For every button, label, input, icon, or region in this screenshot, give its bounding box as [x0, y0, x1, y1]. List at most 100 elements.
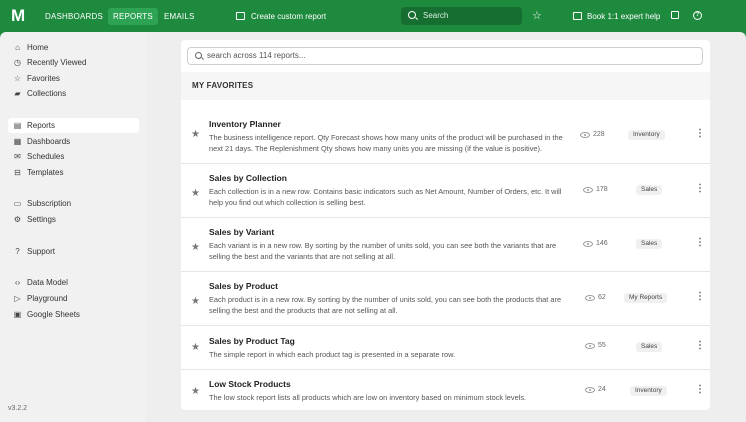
- report-title[interactable]: Sales by Variant: [209, 227, 274, 237]
- favorite-star-icon[interactable]: ★: [191, 189, 200, 199]
- report-tag[interactable]: Sales: [636, 185, 663, 195]
- view-count: 228: [593, 131, 605, 138]
- sidebar-item-label: Reports: [27, 121, 56, 130]
- reports-search-placeholder: search across 114 reports...: [207, 51, 306, 60]
- sidebar-item-data-model[interactable]: ‹› Data Model: [8, 275, 139, 290]
- clock-icon: ◷: [14, 58, 21, 67]
- help-icon: ?: [15, 247, 20, 256]
- tab-dashboards[interactable]: DASHBOARDS: [40, 8, 108, 25]
- more-options-icon[interactable]: ⋮: [695, 129, 705, 139]
- report-title[interactable]: Low Stock Products: [209, 379, 291, 389]
- report-icon: ▤: [13, 121, 22, 130]
- report-tag[interactable]: My Reports: [624, 293, 668, 303]
- tab-reports[interactable]: REPORTS: [108, 8, 158, 25]
- app-logo[interactable]: M: [11, 7, 27, 25]
- report-title[interactable]: Inventory Planner: [209, 119, 281, 129]
- report-row[interactable]: ★ Sales by Product Each product is in a …: [181, 272, 710, 326]
- more-options-icon[interactable]: ⋮: [695, 238, 705, 248]
- sidebar-item-google-sheets[interactable]: ▣ Google Sheets: [8, 307, 139, 322]
- sidebar-item-label: Playground: [27, 294, 68, 303]
- reports-search-input[interactable]: search across 114 reports...: [187, 47, 703, 65]
- eye-icon: [585, 387, 595, 393]
- sidebar-item-label: Dashboards: [27, 137, 71, 146]
- sidebar-item-playground[interactable]: ▷ Playground: [8, 291, 139, 306]
- help-icon[interactable]: ?: [693, 11, 702, 20]
- sidebar-item-templates[interactable]: ⊟ Templates: [8, 165, 139, 180]
- sidebar-item-settings[interactable]: ⚙ Settings: [8, 212, 139, 227]
- sidebar-item-recently-viewed[interactable]: ◷ Recently Viewed: [8, 55, 139, 70]
- report-description: Each collection is in a new row. Contain…: [209, 187, 562, 207]
- sidebar-item-label: Settings: [27, 215, 56, 224]
- global-search-placeholder: Search: [423, 11, 449, 20]
- sidebar-item-label: Templates: [27, 168, 64, 177]
- report-tag[interactable]: Sales: [636, 342, 663, 352]
- report-row[interactable]: ★ Low Stock Products The low stock repor…: [181, 370, 710, 410]
- eye-icon: [580, 132, 590, 138]
- more-options-icon[interactable]: ⋮: [695, 184, 705, 194]
- favorite-star-icon[interactable]: ★: [191, 343, 200, 353]
- report-row[interactable]: ★ Sales by Collection Each collection is…: [181, 164, 710, 218]
- template-icon: ⊟: [14, 168, 21, 177]
- sidebar-item-label: Schedules: [27, 152, 65, 161]
- more-options-icon[interactable]: ⋮: [695, 341, 705, 351]
- create-custom-report-button[interactable]: Create custom report: [236, 8, 326, 25]
- sidebar-item-label: Recently Viewed: [27, 58, 87, 67]
- report-row[interactable]: ★ Sales by Product Tag The simple report…: [181, 326, 710, 370]
- main-content: search across 114 reports... MY FAVORITE…: [146, 32, 746, 422]
- report-description: Each product is in a new row. By sorting…: [209, 295, 562, 315]
- sidebar-item-label: Support: [27, 247, 56, 256]
- section-title: MY FAVORITES: [181, 72, 710, 100]
- report-row[interactable]: ★ Inventory Planner The business intelli…: [181, 100, 710, 164]
- favorite-star-icon[interactable]: ★: [191, 130, 200, 140]
- card-icon: ▭: [13, 199, 22, 208]
- favorite-star-icon[interactable]: ★: [191, 243, 200, 253]
- tab-emails[interactable]: EMAILS: [159, 8, 200, 25]
- sidebar-item-label: Favorites: [27, 74, 60, 83]
- eye-icon: [585, 295, 595, 301]
- sidebar-item-label: Subscription: [27, 199, 72, 208]
- calendar-icon: [573, 12, 582, 20]
- sidebar-item-schedules[interactable]: ✉ Schedules: [8, 149, 139, 164]
- report-row[interactable]: ★ Sales by Variant Each variant is in a …: [181, 218, 710, 272]
- search-icon: [408, 11, 416, 19]
- sidebar-item-favorites[interactable]: ☆ Favorites: [8, 71, 139, 86]
- book-expert-button[interactable]: Book 1:1 expert help: [573, 8, 660, 25]
- favorite-star-icon[interactable]: ★: [191, 297, 200, 307]
- sidebar-item-collections[interactable]: ▰ Collections: [8, 86, 139, 101]
- report-tag[interactable]: Sales: [636, 239, 663, 249]
- more-options-icon[interactable]: ⋮: [695, 292, 705, 302]
- favorites-star-icon[interactable]: ☆: [532, 8, 542, 24]
- favorite-star-icon[interactable]: ★: [191, 387, 200, 397]
- global-search-input[interactable]: Search: [401, 7, 522, 25]
- gear-icon: ⚙: [13, 215, 22, 224]
- view-count: 178: [596, 186, 608, 193]
- grid-icon: ▦: [13, 137, 22, 146]
- eye-icon: [583, 187, 593, 193]
- code-icon: ‹›: [14, 278, 21, 287]
- sheets-icon: ▣: [13, 310, 22, 319]
- sidebar: ⌂ Home ◷ Recently Viewed ☆ Favorites ▰ Colle…: [0, 32, 146, 422]
- book-expert-label: Book 1:1 expert help: [587, 12, 661, 21]
- sidebar-item-label: Collections: [27, 89, 67, 98]
- more-options-icon[interactable]: ⋮: [695, 385, 705, 395]
- sidebar-item-label: Home: [27, 43, 49, 52]
- report-tag[interactable]: Inventory: [630, 386, 667, 396]
- report-title[interactable]: Sales by Product Tag: [209, 336, 295, 346]
- folder-icon: ▰: [14, 89, 21, 98]
- store-icon[interactable]: [671, 11, 679, 19]
- top-bar: M DASHBOARDS REPORTS EMAILS Create custo…: [0, 0, 746, 32]
- report-tag[interactable]: Inventory: [628, 130, 665, 140]
- sidebar-item-reports[interactable]: ▤ Reports: [8, 118, 139, 133]
- report-description: The low stock report lists all products …: [209, 393, 527, 402]
- report-add-icon: [236, 12, 245, 20]
- sidebar-item-subscription[interactable]: ▭ Subscription: [8, 196, 139, 211]
- report-title[interactable]: Sales by Product: [209, 281, 278, 291]
- report-title[interactable]: Sales by Collection: [209, 173, 287, 183]
- view-count: 146: [596, 240, 608, 247]
- sidebar-item-home[interactable]: ⌂ Home: [8, 40, 139, 55]
- view-count: 62: [598, 294, 606, 301]
- app-version: v3.2.2: [8, 405, 28, 412]
- sidebar-item-dashboards[interactable]: ▦ Dashboards: [8, 134, 139, 149]
- sidebar-item-support[interactable]: ? Support: [8, 244, 139, 259]
- mail-icon: ✉: [14, 152, 21, 161]
